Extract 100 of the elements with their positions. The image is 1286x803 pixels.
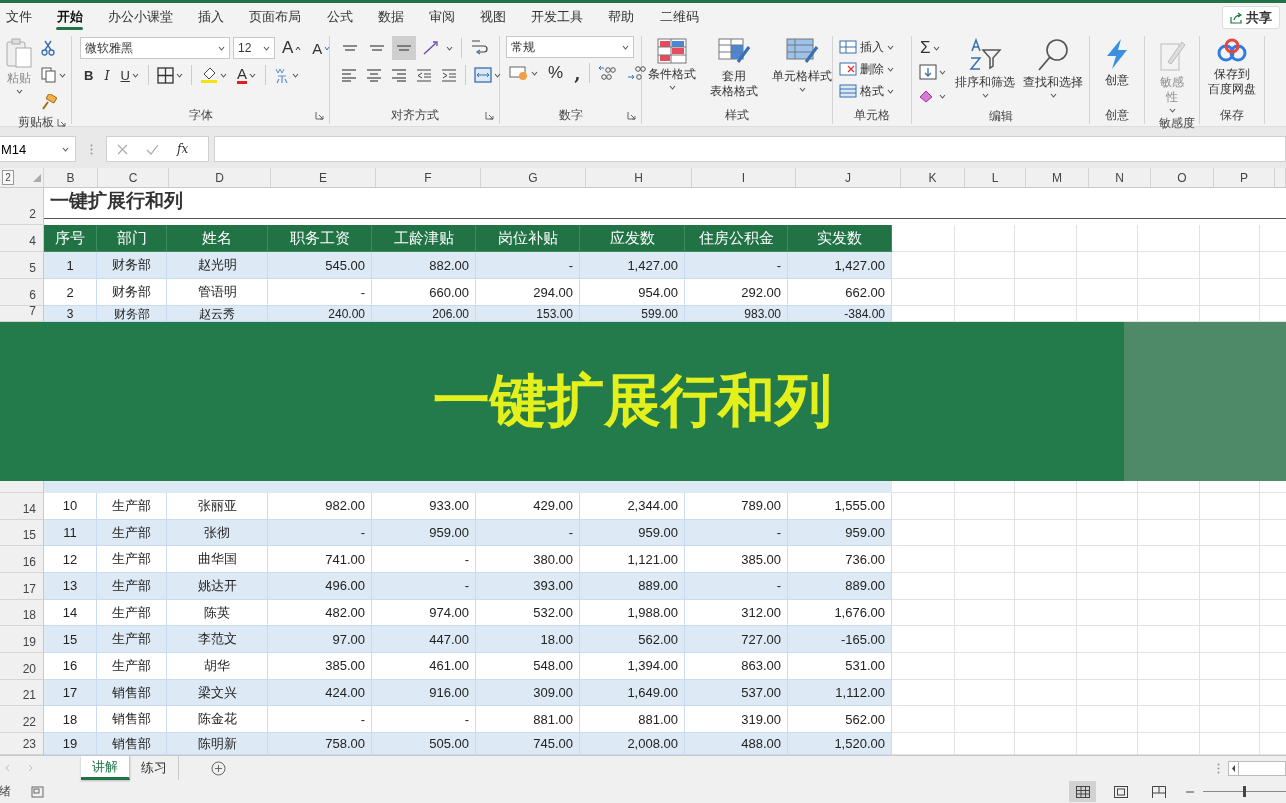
column-header[interactable]: O <box>1151 168 1214 188</box>
sum-button[interactable]: Σ <box>916 36 949 60</box>
align-button[interactable] <box>392 36 416 60</box>
menu-tab[interactable]: 文件 <box>0 3 45 30</box>
ribbon-button[interactable]: 删除 <box>837 58 896 80</box>
lightning-icon <box>1104 38 1130 70</box>
ribbon-button[interactable]: 保存到百度网盘 <box>1206 36 1258 99</box>
column-header[interactable]: D <box>169 168 271 188</box>
row-header[interactable]: 16 <box>0 546 44 574</box>
ribbon-button[interactable]: 套用表格格式 <box>708 36 760 101</box>
column-header[interactable]: E <box>271 168 376 188</box>
column-header[interactable]: P <box>1214 168 1275 188</box>
plus-circle-icon <box>211 760 226 776</box>
comma-button[interactable]: , <box>570 61 585 85</box>
column-header[interactable]: G <box>481 168 586 188</box>
row-header[interactable]: 15 <box>0 519 44 547</box>
row-header[interactable]: 19 <box>0 626 44 654</box>
menu-tab[interactable]: 数据 <box>365 3 417 30</box>
bold-button[interactable]: B <box>80 63 98 87</box>
row-header[interactable]: 6 <box>0 279 44 307</box>
caret-icon <box>15 89 23 94</box>
row-header[interactable]: 22 <box>0 706 44 733</box>
column-header[interactable]: J <box>796 168 901 188</box>
column-header[interactable]: I <box>692 168 796 188</box>
ribbon-button[interactable]: 查找和选择 <box>1021 36 1085 100</box>
menu-tab[interactable]: 帮助 <box>595 3 648 30</box>
font-color-button[interactable]: A <box>232 63 260 87</box>
shrink-font-button[interactable]: A <box>308 36 335 60</box>
dropdown-field[interactable]: 12 <box>233 37 275 59</box>
menu-tab[interactable]: 审阅 <box>416 3 468 30</box>
caret-icon <box>798 87 806 92</box>
table-cell: 10 <box>44 493 97 520</box>
dropdown-field[interactable]: 微软雅黑 <box>80 37 230 59</box>
phonetic-guide-icon <box>273 66 290 84</box>
caret-icon <box>248 72 256 78</box>
insert-function-button[interactable]: fx <box>177 142 189 156</box>
caret-icon <box>263 45 270 51</box>
column-header[interactable]: N <box>1089 168 1151 188</box>
column-header[interactable]: B <box>44 168 98 188</box>
menu-tab[interactable]: 公式 <box>313 3 366 30</box>
menu-tab[interactable]: 视图 <box>467 3 519 30</box>
slider-thumb[interactable] <box>1243 786 1246 797</box>
column-header[interactable]: K <box>901 168 965 188</box>
view-button[interactable] <box>1069 781 1096 802</box>
sheet-tab[interactable]: 讲解 <box>81 756 130 780</box>
row-header[interactable]: 14 <box>0 493 44 520</box>
ribbon-button[interactable]: 单元格样式 <box>770 36 834 94</box>
ribbon-button[interactable]: 排序和筛选 <box>953 36 1017 100</box>
caret-icon <box>939 93 946 99</box>
caret-icon <box>981 93 989 98</box>
group-label: 剪贴板 <box>16 114 55 131</box>
row-header[interactable]: 5 <box>0 252 44 280</box>
decrease-indent-icon <box>416 68 432 82</box>
ribbon-button[interactable]: 插入 <box>837 36 896 58</box>
zoom-out-icon <box>1186 790 1194 793</box>
insert-cells-icon <box>839 40 857 54</box>
caret-icon <box>131 72 139 78</box>
menu-tab[interactable]: 办公小课堂 <box>95 3 186 30</box>
row-header[interactable]: 20 <box>0 653 44 680</box>
menu-tab[interactable]: 开始 <box>44 3 96 30</box>
merge-cells-icon <box>474 67 492 83</box>
row-header[interactable]: 18 <box>0 599 44 627</box>
macro-record-icon <box>31 785 44 798</box>
ribbon-button[interactable]: 格式 <box>837 80 896 102</box>
dropdown-field[interactable]: 常规 <box>506 36 634 58</box>
search-icon <box>1036 38 1070 72</box>
name-box[interactable]: M14 <box>0 136 76 162</box>
caret-icon <box>887 66 894 72</box>
row-header[interactable]: 17 <box>0 573 44 600</box>
column-header[interactable]: L <box>965 168 1026 188</box>
percent-button[interactable]: % <box>544 61 568 85</box>
ribbon-button[interactable]: 条件格式 <box>646 36 698 92</box>
row-header[interactable]: 2 <box>0 188 44 226</box>
formula-input[interactable] <box>214 136 1286 162</box>
column-header[interactable]: F <box>376 168 481 188</box>
grow-font-button[interactable]: A <box>278 36 306 60</box>
underline-button[interactable]: U <box>116 63 143 87</box>
row-header[interactable]: 21 <box>0 679 44 707</box>
italic-button[interactable]: I <box>100 63 114 87</box>
row-header[interactable]: 7 <box>0 306 44 323</box>
caret-icon <box>939 69 946 75</box>
share-button[interactable]: 共享 <box>1222 6 1280 29</box>
column-header[interactable]: M <box>1026 168 1089 188</box>
dialog-launcher-icon <box>57 118 66 127</box>
menu-tab[interactable]: 开发工具 <box>518 3 596 30</box>
row-header[interactable]: 23 <box>0 733 44 755</box>
column-header[interactable]: C <box>98 168 169 188</box>
menu-tab[interactable]: 页面布局 <box>236 3 314 30</box>
menu-tab[interactable]: 二维码 <box>647 3 712 30</box>
caret-icon <box>1168 108 1176 113</box>
menu-tab[interactable]: 插入 <box>185 3 237 30</box>
outline-level-button[interactable]: 2 <box>2 170 14 186</box>
row-header[interactable]: 4 <box>0 225 44 253</box>
column-header[interactable]: H <box>586 168 692 188</box>
group-label: 数字 <box>557 107 584 124</box>
horizontal-scrollbar[interactable] <box>1228 760 1286 776</box>
caret-icon <box>622 44 629 50</box>
group-label: 单元格 <box>853 107 891 124</box>
group-label: 编辑 <box>987 108 1014 125</box>
ribbon-button[interactable]: 创意 <box>1102 36 1132 90</box>
